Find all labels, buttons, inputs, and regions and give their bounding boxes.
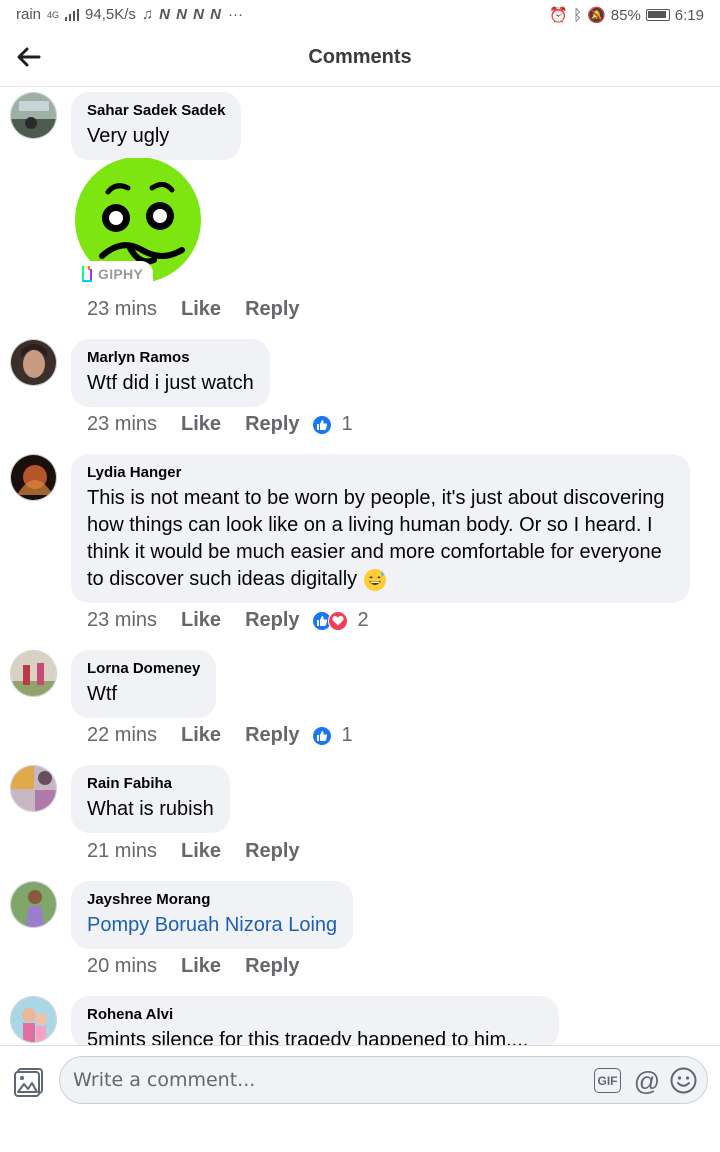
avatar[interactable] — [10, 92, 57, 139]
comment-actions: 23 mins Like Reply 1 — [87, 413, 353, 436]
giphy-logo-icon — [82, 266, 92, 282]
comment-actions: 23 mins Like Reply — [87, 298, 312, 321]
network-label: 4G — [47, 9, 60, 20]
avatar-photo — [11, 455, 56, 500]
reply-button[interactable]: Reply — [245, 413, 299, 436]
gif-button[interactable]: GIF — [594, 1068, 621, 1093]
carrier-label: rain — [16, 6, 42, 23]
avatar-photo — [11, 93, 56, 138]
avatar[interactable] — [10, 339, 57, 386]
reply-button[interactable]: Reply — [245, 955, 299, 978]
comment-actions: 23 mins Like Reply 2 — [87, 609, 369, 632]
alarm-icon: ⏰ — [549, 7, 569, 24]
comment-author[interactable]: Rohena Alvi — [87, 1006, 543, 1024]
avatar-photo — [11, 340, 56, 385]
comment-text: Very ugly — [87, 125, 170, 147]
love-reaction-icon — [327, 610, 348, 631]
comment-bubble[interactable]: Rohena Alvi 5mints silence for this trag… — [71, 996, 559, 1048]
reaction-summary[interactable]: 1 — [311, 724, 353, 747]
reaction-count: 1 — [341, 413, 353, 435]
photo-button[interactable] — [12, 1065, 46, 1099]
comment-text: This is not meant to be worn by people, … — [87, 485, 674, 593]
mention-at-icon[interactable]: @ — [633, 1067, 661, 1095]
reply-button[interactable]: Reply — [245, 840, 299, 863]
comment-actions: 21 mins Like Reply — [87, 840, 312, 863]
comment-time[interactable]: 20 mins — [87, 955, 157, 978]
comment-text: What is rubish — [87, 798, 214, 820]
comment-text-line: think it would be much easier and more c… — [87, 541, 662, 563]
like-button[interactable]: Like — [181, 955, 221, 978]
avatar[interactable] — [10, 996, 57, 1043]
like-button[interactable]: Like — [181, 724, 221, 747]
comment-time[interactable]: 23 mins — [87, 298, 157, 321]
avatar-photo — [11, 882, 56, 927]
comment-text: Wtf — [87, 683, 117, 705]
comment-time[interactable]: 23 mins — [87, 609, 157, 632]
avatar[interactable] — [10, 454, 57, 501]
avatar-photo — [11, 766, 56, 811]
avatar[interactable] — [10, 650, 57, 697]
mute-icon: 🔕 — [587, 7, 606, 24]
comment-author[interactable]: Rain Fabiha — [87, 775, 214, 793]
comment-bubble[interactable]: Lydia Hanger This is not meant to be wor… — [71, 454, 690, 603]
like-reaction-icon — [311, 414, 332, 435]
like-button[interactable]: Like — [181, 413, 221, 436]
notification-icons: N N N N — [159, 6, 222, 23]
status-bar: rain 4G 94,5K/s ♫ N N N N ··· ⏰ ᛒ 🔕 85% … — [0, 0, 720, 30]
grinning-sweat-emoji-icon — [364, 568, 387, 591]
emoji-smile-icon — [670, 1067, 697, 1094]
comment-author[interactable]: Lorna Domeney — [87, 660, 200, 678]
comment-author[interactable]: Lydia Hanger — [87, 464, 674, 482]
comment-bubble[interactable]: Marlyn Ramos Wtf did i just watch — [71, 339, 270, 407]
giphy-label: GIPHY — [98, 266, 144, 282]
reaction-count: 2 — [357, 609, 369, 631]
bluetooth-icon: ᛒ — [573, 6, 583, 24]
comment-time[interactable]: 23 mins — [87, 413, 157, 436]
avatar-photo — [11, 651, 56, 696]
signal-icon — [65, 8, 80, 21]
page-title: Comments — [308, 46, 412, 68]
more-notifications-icon: ··· — [228, 6, 243, 23]
like-button[interactable]: Like — [181, 609, 221, 632]
comment-text: Wtf did i just watch — [87, 372, 254, 394]
comment-author[interactable]: Marlyn Ramos — [87, 349, 254, 367]
comment-text-line: how things can look like on a living hum… — [87, 514, 653, 536]
reply-button[interactable]: Reply — [245, 298, 299, 321]
photo-icon — [14, 1068, 43, 1097]
comment-bubble[interactable]: Lorna Domeney Wtf — [71, 650, 217, 718]
avatar-photo — [11, 997, 56, 1042]
like-button[interactable]: Like — [181, 298, 221, 321]
reply-button[interactable]: Reply — [245, 609, 299, 632]
avatar[interactable] — [10, 765, 57, 812]
comment-bubble[interactable]: Sahar Sadek Sadek Very ugly — [71, 92, 242, 160]
comment-bubble[interactable]: Jayshree Morang Pompy Boruah Nizora Loin… — [71, 881, 354, 949]
clock: 6:19 — [674, 6, 704, 24]
comment-text-line: This is not meant to be worn by people, … — [87, 487, 665, 509]
music-icon: ♫ — [141, 6, 154, 23]
emoji-button[interactable] — [670, 1067, 697, 1094]
battery-icon — [645, 9, 670, 21]
comment-actions: 20 mins Like Reply — [87, 955, 312, 978]
comment-time[interactable]: 22 mins — [87, 724, 157, 747]
reaction-count: 1 — [341, 724, 353, 746]
comment-bubble[interactable]: Rain Fabiha What is rubish — [71, 765, 230, 833]
comment-author[interactable]: Sahar Sadek Sadek — [87, 102, 225, 120]
avatar[interactable] — [10, 881, 57, 928]
like-button[interactable]: Like — [181, 840, 221, 863]
comment-text-line: to discover such ideas digitally — [87, 568, 358, 590]
reaction-summary[interactable]: 1 — [311, 413, 353, 436]
reaction-summary[interactable]: 2 — [311, 609, 369, 632]
like-reaction-icon — [311, 725, 332, 746]
mention-link[interactable]: Pompy Boruah Nizora Loing — [87, 912, 337, 939]
comment-actions: 22 mins Like Reply 1 — [87, 724, 353, 747]
comment-composer: GIF @ — [0, 1045, 720, 1152]
reply-button[interactable]: Reply — [245, 724, 299, 747]
network-speed: 94,5K/s — [85, 6, 136, 23]
giphy-badge: GIPHY — [76, 261, 154, 287]
comment-author[interactable]: Jayshree Morang — [87, 891, 337, 909]
battery-percent: 85% — [610, 6, 641, 24]
header-bar: Comments — [0, 30, 720, 87]
comment-time[interactable]: 21 mins — [87, 840, 157, 863]
